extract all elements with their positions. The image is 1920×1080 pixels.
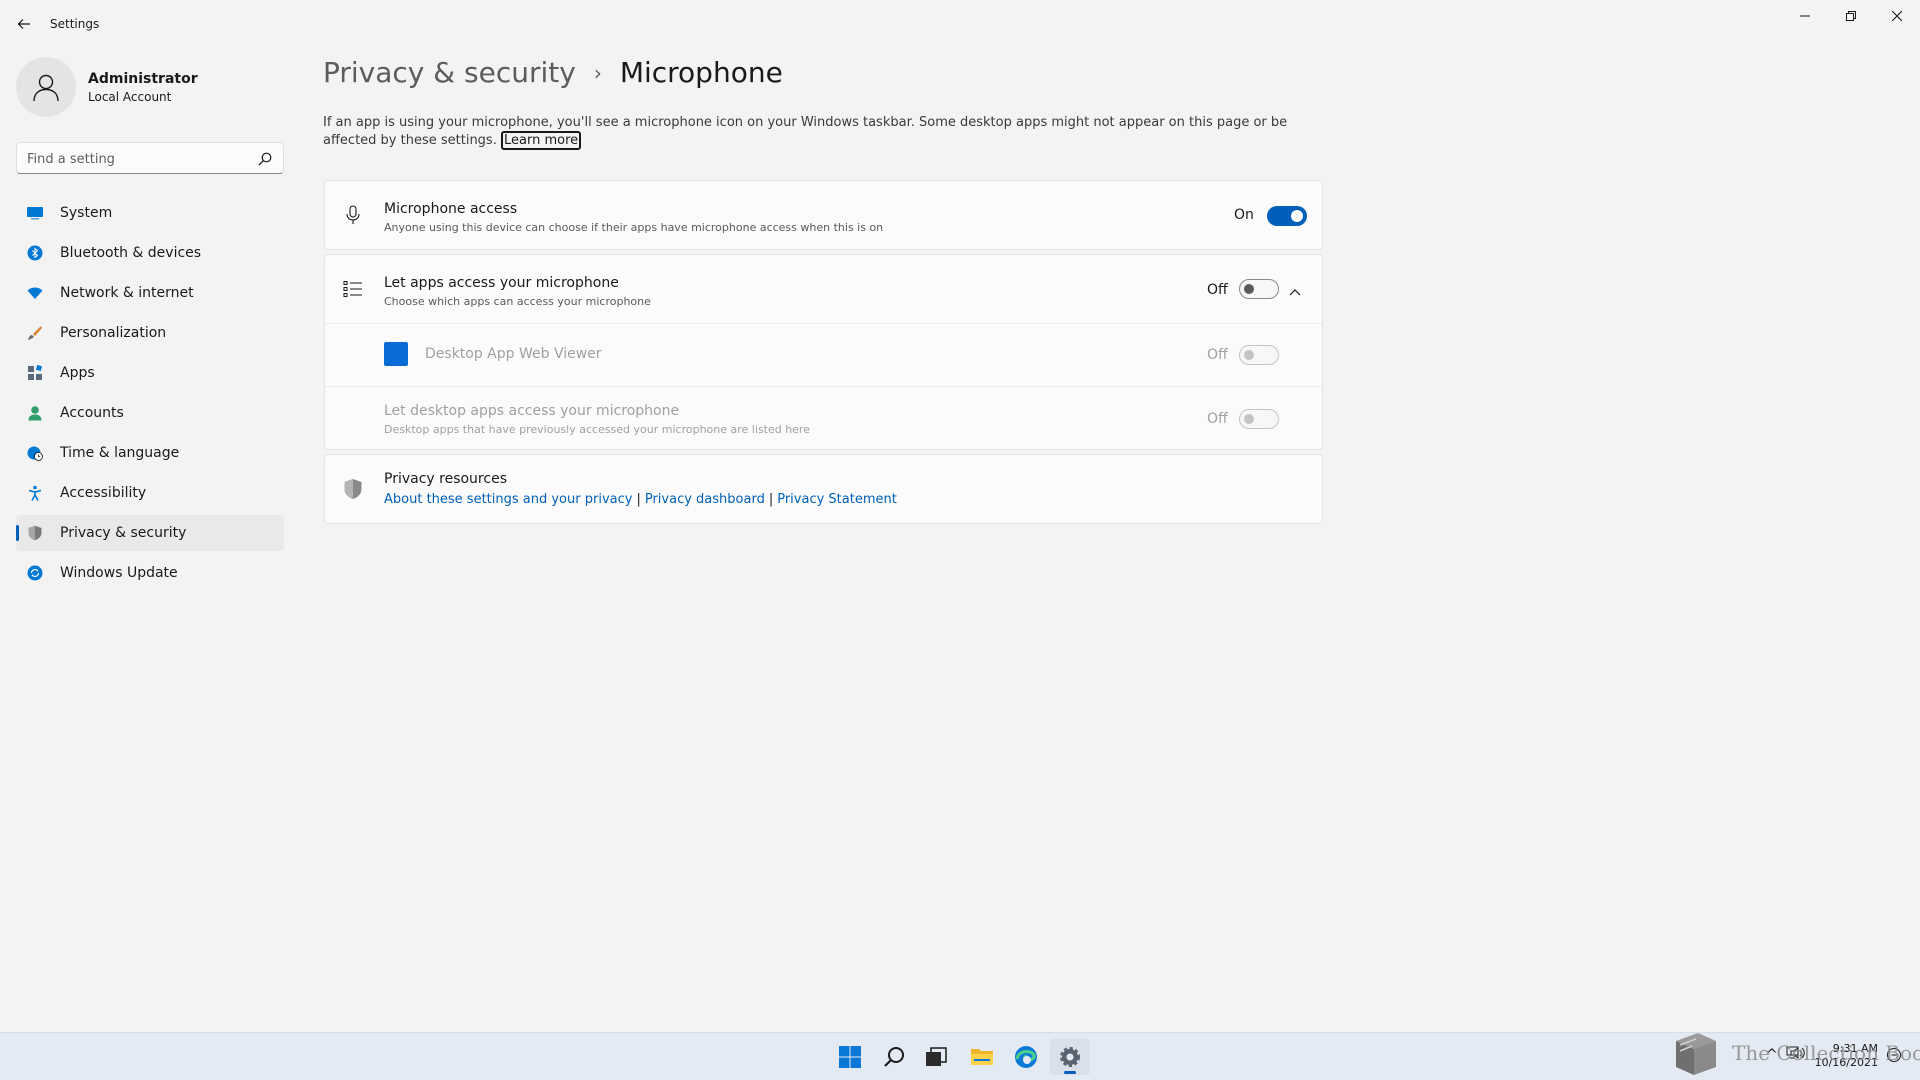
brush-icon (26, 324, 44, 342)
let-apps-access-row[interactable]: Let apps access your microphone Choose w… (325, 255, 1322, 323)
close-button[interactable] (1874, 0, 1920, 32)
task-view-icon[interactable] (916, 1039, 956, 1075)
microphone-access-subtitle: Anyone using this device can choose if t… (384, 221, 884, 234)
search-input[interactable] (27, 149, 247, 169)
desktop-app-web-viewer-toggle[interactable] (1239, 345, 1279, 365)
settings-icon[interactable] (1050, 1039, 1090, 1075)
search-box[interactable] (16, 142, 284, 174)
breadcrumb: Privacy & security › Microphone (323, 56, 783, 89)
system-icon (26, 204, 44, 222)
sidebar-nav: System Bluetooth & devices Network & int… (16, 195, 284, 595)
profile-account-type: Local Account (88, 90, 172, 104)
sidebar-item-bluetooth-devices[interactable]: Bluetooth & devices (16, 235, 284, 271)
privacy-resources-card: Privacy resources About these settings a… (324, 454, 1323, 524)
breadcrumb-parent[interactable]: Privacy & security (323, 56, 576, 89)
microphone-access-card: Microphone access Anyone using this devi… (324, 180, 1323, 250)
list-icon (341, 277, 365, 301)
chevron-up-icon[interactable] (1289, 281, 1305, 297)
restore-icon (1846, 11, 1856, 21)
microphone-access-state: On (1234, 207, 1254, 223)
wifi-icon (26, 284, 44, 302)
let-apps-access-title: Let apps access your microphone (384, 275, 619, 291)
let-desktop-apps-subtitle: Desktop apps that have previously access… (384, 423, 810, 436)
user-profile[interactable]: Administrator Local Account (16, 57, 276, 117)
let-apps-access-card: Let apps access your microphone Choose w… (324, 254, 1323, 450)
sidebar-item-accounts[interactable]: Accounts (16, 395, 284, 431)
let-desktop-apps-row: Let desktop apps access your microphone … (325, 387, 1322, 449)
file-explorer-icon[interactable] (962, 1039, 1002, 1075)
page-title: Microphone (619, 56, 783, 89)
sidebar-item-accessibility[interactable]: Accessibility (16, 475, 284, 511)
update-icon (26, 564, 44, 582)
let-apps-access-state: Off (1207, 282, 1228, 298)
page-description: If an app is using your microphone, you'… (323, 115, 1288, 150)
sidebar-item-apps[interactable]: Apps (16, 355, 284, 391)
sidebar-item-windows-update[interactable]: Windows Update (16, 555, 284, 591)
search-icon[interactable] (874, 1039, 914, 1075)
privacy-dashboard-link[interactable]: Privacy dashboard (645, 492, 765, 507)
restore-button[interactable] (1828, 0, 1874, 32)
privacy-statement-link[interactable]: Privacy Statement (777, 492, 897, 507)
desktop-app-web-viewer-state: Off (1207, 347, 1228, 363)
minimize-button[interactable] (1782, 0, 1828, 32)
close-icon (1892, 11, 1902, 21)
globe-clock-icon (26, 444, 44, 462)
microphone-access-row: Microphone access Anyone using this devi… (325, 181, 1322, 249)
back-arrow-icon (17, 19, 30, 29)
profile-name: Administrator (88, 71, 198, 87)
sidebar-item-system[interactable]: System (16, 195, 284, 231)
shield-icon (26, 524, 44, 542)
learn-more-link[interactable]: Learn more (500, 131, 582, 150)
chevron-right-icon: › (593, 60, 602, 85)
sidebar-item-time-language[interactable]: Time & language (16, 435, 284, 471)
bluetooth-icon (26, 244, 44, 262)
avatar (16, 57, 76, 117)
watermark-text: The Collection Book (1732, 1041, 1920, 1065)
shield-icon (341, 477, 365, 501)
windows-start-icon[interactable] (830, 1039, 870, 1075)
about-settings-privacy-link[interactable]: About these settings and your privacy (384, 492, 632, 507)
title-bar: Settings (0, 0, 1920, 48)
desktop-app-web-viewer-row: Desktop App Web Viewer Off (325, 324, 1322, 386)
let-desktop-apps-state: Off (1207, 411, 1228, 427)
taskbar: ^ 9:31 AM 10/16/2021 (0, 1032, 1920, 1080)
book-icon (1676, 1033, 1716, 1075)
app-title: Settings (50, 17, 100, 31)
back-button[interactable] (12, 12, 36, 36)
desktop-app-web-viewer-title: Desktop App Web Viewer (425, 346, 602, 362)
microphone-access-toggle[interactable] (1267, 206, 1307, 226)
let-apps-access-toggle[interactable] (1239, 279, 1279, 299)
watermark: The Collection Book (1668, 1028, 1920, 1078)
let-apps-access-subtitle: Choose which apps can access your microp… (384, 295, 651, 308)
desktop-app-web-viewer-icon (384, 342, 408, 366)
privacy-resources-title: Privacy resources (384, 471, 507, 487)
let-desktop-apps-toggle[interactable] (1239, 409, 1279, 429)
microphone-access-title: Microphone access (384, 201, 518, 217)
privacy-resources-links: About these settings and your privacy | Pr… (384, 492, 897, 507)
sidebar-item-personalization[interactable]: Personalization (16, 315, 284, 351)
accessibility-icon (26, 484, 44, 502)
minimize-icon (1800, 15, 1810, 17)
apps-icon (26, 364, 44, 382)
edge-icon[interactable] (1006, 1039, 1046, 1075)
let-desktop-apps-title: Let desktop apps access your microphone (384, 403, 680, 419)
person-icon (26, 404, 44, 422)
microphone-icon (341, 203, 365, 227)
sidebar-item-network-internet[interactable]: Network & internet (16, 275, 284, 311)
sidebar-item-privacy-security[interactable]: Privacy & security (16, 515, 284, 551)
search-icon[interactable] (257, 151, 273, 167)
person-avatar-icon (33, 74, 59, 102)
